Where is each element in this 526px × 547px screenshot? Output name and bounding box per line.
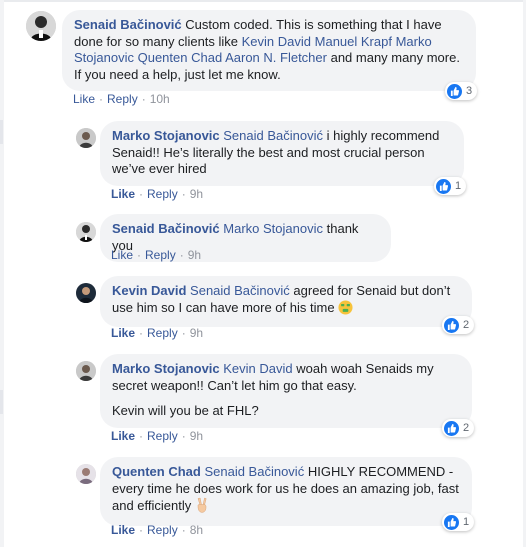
comment-bubble: Senaid Bačinović Custom coded. This is s…	[62, 10, 476, 91]
separator: ·	[99, 92, 104, 106]
reaction-number: 2	[463, 319, 470, 331]
separator: ·	[181, 187, 186, 201]
reaction-number: 3	[466, 85, 473, 97]
reply-button[interactable]: Reply	[147, 523, 178, 537]
like-reaction-icon	[436, 178, 451, 194]
avatar[interactable]	[76, 128, 96, 148]
reaction-count[interactable]: 3	[445, 82, 478, 100]
mention-link[interactable]: Manuel Krapf	[315, 34, 392, 49]
victory-hand-icon	[195, 497, 209, 518]
comment-author[interactable]: Marko Stojanovic	[112, 128, 220, 143]
separator: ·	[181, 429, 186, 443]
mention-link[interactable]: Kevin David	[223, 361, 292, 376]
avatar[interactable]	[76, 361, 96, 381]
top-divider	[0, 0, 526, 2]
reply-button[interactable]: Reply	[147, 326, 178, 340]
comment-actions: Like · Reply · 9h	[111, 187, 203, 201]
like-reaction-icon	[444, 514, 459, 530]
like-reaction-icon	[447, 83, 462, 99]
comment-bubble: Marko Stojanovic Kevin David woah woah S…	[100, 354, 472, 428]
avatar[interactable]	[76, 283, 96, 303]
separator: ·	[141, 92, 146, 106]
comment-text: Kevin will you be at FHL?	[112, 403, 259, 418]
mention-link[interactable]: Kevin David	[242, 34, 311, 49]
reply-button[interactable]: Reply	[147, 187, 178, 201]
separator: ·	[139, 429, 144, 443]
separator: ·	[137, 248, 142, 262]
comment-timestamp[interactable]: 8h	[190, 523, 203, 537]
reaction-number: 2	[463, 422, 470, 434]
comment-actions: Like · Reply · 8h	[111, 523, 203, 537]
comment-actions: Like · Reply · 10h	[73, 92, 170, 106]
avatar[interactable]	[76, 464, 96, 484]
mention-link[interactable]: Aaron N. Fletcher	[225, 50, 327, 65]
mention-link[interactable]: Senaid Bačinović	[223, 128, 323, 143]
comment-bubble: Marko Stojanovic Senaid Bačinović i high…	[100, 121, 464, 186]
reaction-count[interactable]: 1	[434, 177, 467, 195]
comment-bubble: Kevin David Senaid Bačinović agreed for …	[100, 276, 472, 327]
separator: ·	[139, 326, 144, 340]
reaction-number: 1	[455, 180, 462, 192]
like-reaction-icon	[444, 420, 459, 436]
mention-link[interactable]: Senaid Bačinović	[190, 283, 290, 298]
comment-actions: Like · Reply · 9h	[111, 248, 201, 262]
comment-timestamp[interactable]: 9h	[190, 326, 203, 340]
like-button[interactable]: Like	[73, 92, 95, 106]
money-mouth-face-icon	[338, 299, 353, 320]
comment-author[interactable]: Quenten Chad	[112, 464, 201, 479]
like-reaction-icon	[444, 317, 459, 333]
separator: ·	[181, 523, 186, 537]
left-gutter	[0, 0, 4, 547]
avatar[interactable]	[76, 222, 96, 242]
reaction-count[interactable]: 2	[442, 316, 475, 334]
comment-author[interactable]: Marko Stojanovic	[112, 361, 220, 376]
reply-button[interactable]: Reply	[107, 92, 138, 106]
reaction-count[interactable]: 2	[442, 419, 475, 437]
comment-timestamp[interactable]: 9h	[190, 429, 203, 443]
avatar[interactable]	[26, 11, 56, 41]
comment-bubble: Quenten Chad Senaid Bačinović HIGHLY REC…	[100, 457, 472, 526]
comment-timestamp[interactable]: 10h	[150, 92, 170, 106]
separator: ·	[179, 248, 184, 262]
comment-author[interactable]: Kevin David	[112, 283, 186, 298]
reply-button[interactable]: Reply	[147, 429, 178, 443]
like-button[interactable]: Like	[111, 187, 135, 201]
comment-timestamp[interactable]: 9h	[188, 248, 201, 262]
mention-link[interactable]: Senaid Bačinović	[204, 464, 304, 479]
gutter-mark	[0, 390, 3, 414]
gutter-mark	[0, 120, 3, 144]
like-button[interactable]: Like	[111, 248, 133, 262]
reaction-number: 1	[463, 516, 470, 528]
separator: ·	[181, 326, 186, 340]
separator: ·	[139, 187, 144, 201]
mention-link[interactable]: Marko Stojanovic	[223, 221, 323, 236]
comment-timestamp[interactable]: 9h	[190, 187, 203, 201]
comment-actions: Like · Reply · 9h	[111, 326, 203, 340]
separator: ·	[139, 523, 144, 537]
comment-actions: Like · Reply · 9h	[111, 429, 203, 443]
like-button[interactable]: Like	[111, 429, 135, 443]
reaction-count[interactable]: 1	[442, 513, 475, 531]
mention-link[interactable]: Quenten Chad	[138, 50, 223, 65]
reply-button[interactable]: Reply	[145, 248, 176, 262]
comment-author[interactable]: Senaid Bačinović	[74, 17, 182, 32]
comment-author[interactable]: Senaid Bačinović	[112, 221, 220, 236]
like-button[interactable]: Like	[111, 523, 135, 537]
like-button[interactable]: Like	[111, 326, 135, 340]
